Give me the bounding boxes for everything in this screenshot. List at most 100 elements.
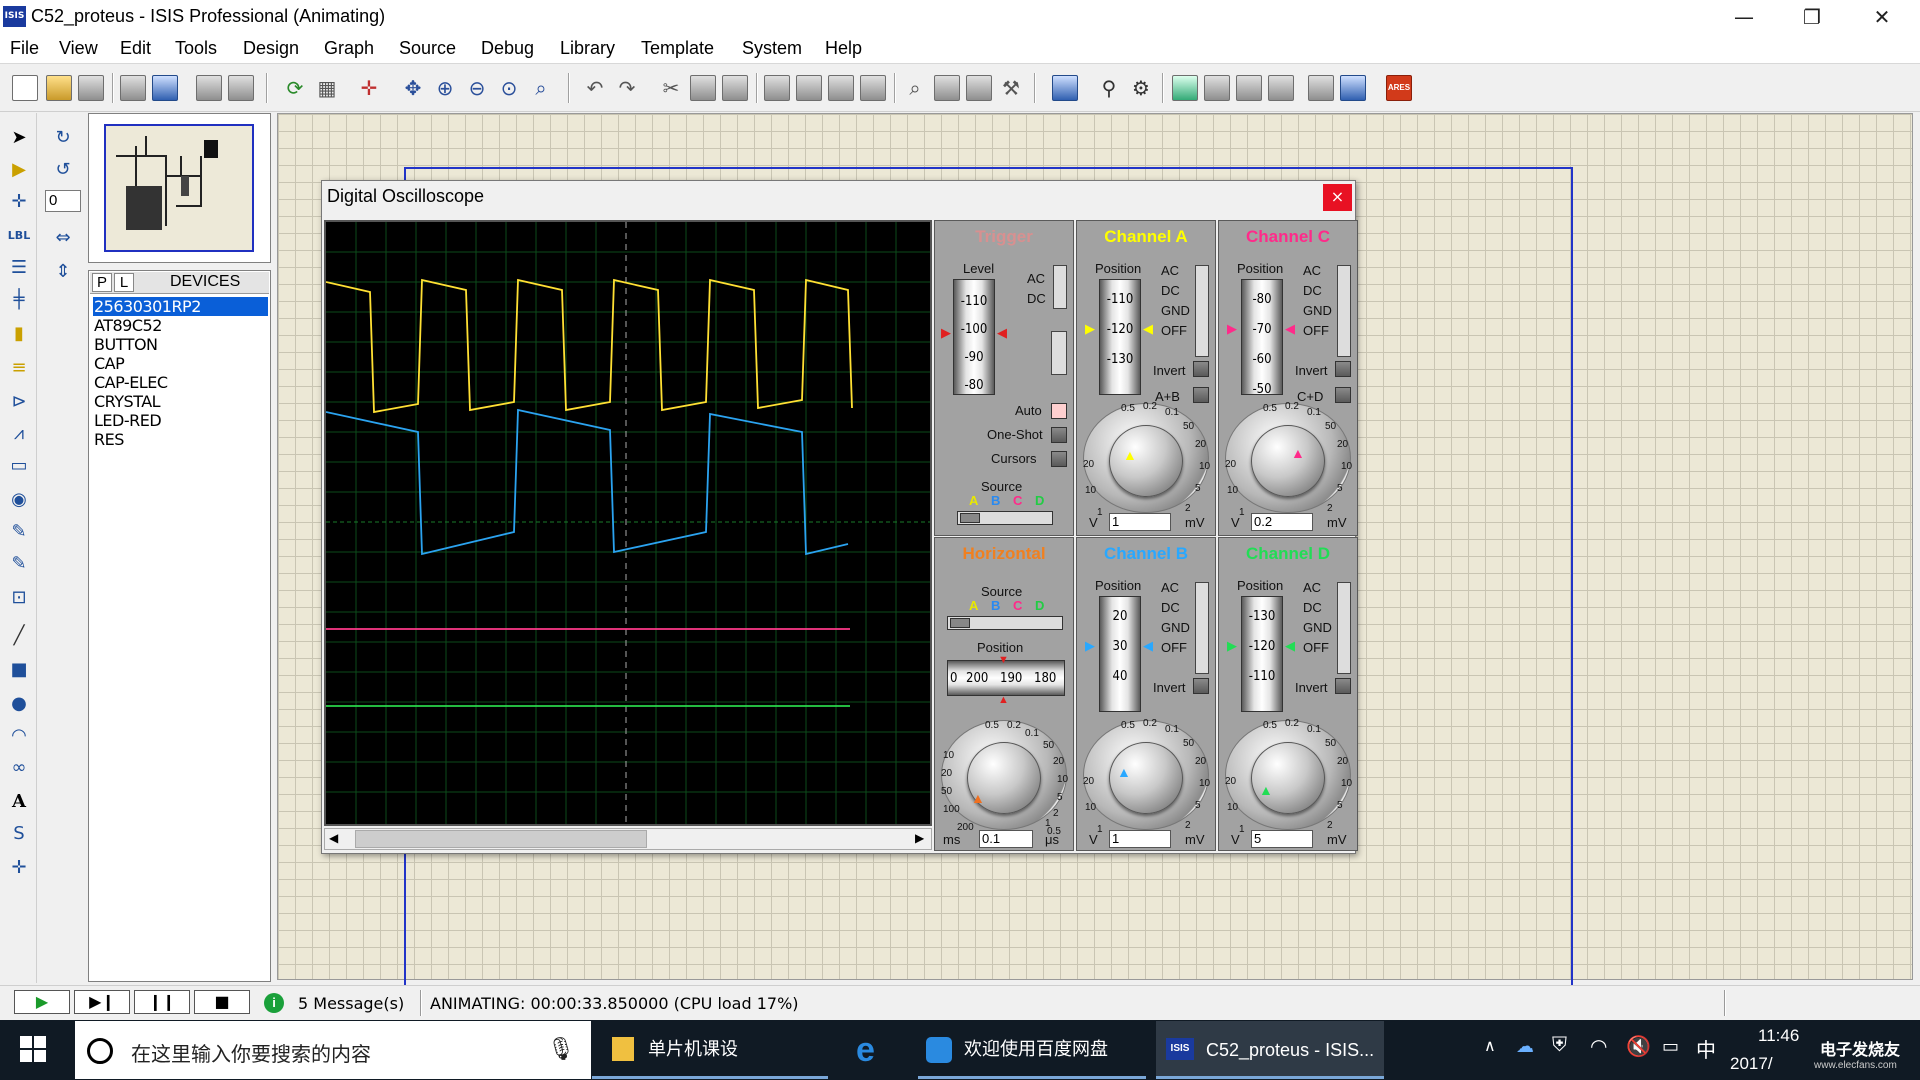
menu-graph[interactable]: Graph [324, 38, 374, 59]
exit-to-parent-icon[interactable] [1236, 75, 1262, 101]
channel-a-position-drum[interactable]: -110 -120 -130 [1099, 279, 1141, 395]
info-icon[interactable]: i [264, 993, 284, 1013]
device-pins-icon[interactable]: ⊳ [6, 389, 32, 415]
netlist-icon[interactable] [1340, 75, 1366, 101]
trigger-oneshot-button[interactable] [1051, 427, 1067, 443]
trigger-coupling-switch[interactable] [1053, 265, 1067, 309]
device-item[interactable]: RES [93, 430, 268, 449]
windows-start-icon[interactable] [20, 1036, 46, 1062]
channel-a-volts-value-input[interactable]: 1 [1109, 513, 1171, 531]
trigger-edge-switch[interactable] [1051, 331, 1067, 375]
block-copy-icon[interactable] [764, 75, 790, 101]
subcircuit-icon[interactable]: ▮ [6, 321, 32, 347]
slider-thumb[interactable] [950, 618, 970, 628]
virtual-instruments-icon[interactable]: ⊡ [6, 585, 32, 611]
new-sheet-icon[interactable] [1172, 75, 1198, 101]
close-button[interactable]: ✕ [1848, 0, 1916, 34]
device-item[interactable]: CAP-ELEC [93, 373, 268, 392]
trigger-level-drum[interactable]: -110 -100 -90 -80 [953, 279, 995, 395]
clock-date[interactable]: 2017/ [1730, 1054, 1773, 1074]
wire-autorouter-icon[interactable] [1052, 75, 1078, 101]
line-icon[interactable]: ╱ [6, 623, 32, 649]
horizontal-source-slider[interactable] [947, 616, 1063, 630]
device-item[interactable]: BUTTON [93, 335, 268, 354]
scroll-left-icon[interactable]: ◀ [329, 831, 338, 845]
zoom-all-icon[interactable]: ⊙ [496, 75, 522, 101]
pick-devices-button[interactable]: P [92, 273, 112, 292]
voltage-probe-icon[interactable]: ✎ [6, 519, 32, 545]
channel-b-position-drum[interactable]: 20 30 40 [1099, 596, 1141, 712]
zoom-out-icon[interactable]: ⊖ [464, 75, 490, 101]
library-manager-button[interactable]: L [114, 273, 134, 292]
block-move-icon[interactable] [796, 75, 822, 101]
text-script-icon[interactable]: ☰ [6, 255, 32, 281]
channel-c-combine-button[interactable] [1335, 387, 1351, 403]
channel-a-volts-knob[interactable] [1109, 425, 1183, 497]
graph-icon[interactable]: ⩘ [6, 421, 32, 447]
scroll-thumb[interactable] [355, 830, 647, 848]
text-icon[interactable]: A [6, 789, 32, 815]
channel-a-coupling-switch[interactable] [1195, 265, 1209, 357]
copy-icon[interactable] [690, 75, 716, 101]
redo-icon[interactable]: ↷ [614, 75, 640, 101]
menu-help[interactable]: Help [825, 38, 862, 59]
mirror-y-icon[interactable]: ⇕ [50, 259, 76, 285]
refresh-icon[interactable]: ⟳ [282, 75, 308, 101]
menu-debug[interactable]: Debug [481, 38, 534, 59]
box-icon[interactable]: ■ [6, 657, 32, 683]
menu-library[interactable]: Library [560, 38, 615, 59]
menu-tools[interactable]: Tools [175, 38, 217, 59]
rotate-clockwise-icon[interactable]: ↻ [50, 125, 76, 151]
oscilloscope-close-button[interactable]: × [1323, 184, 1352, 211]
taskbar-app-edge[interactable]: e [838, 1021, 908, 1079]
taskbar-app-isis[interactable]: ISIS C52_proteus - ISIS... [1156, 1021, 1384, 1079]
channel-d-invert-button[interactable] [1335, 678, 1351, 694]
selection-mode-icon[interactable]: ➤ [6, 125, 32, 151]
baidu-tray-icon[interactable]: ☁ [1516, 1036, 1534, 1057]
volume-muted-icon[interactable]: 🔇 [1626, 1034, 1651, 1058]
marker-icon[interactable]: ✛ [6, 855, 32, 881]
electrical-rules-icon[interactable] [1308, 75, 1334, 101]
play-button[interactable]: ▶ [14, 990, 70, 1014]
menu-system[interactable]: System [742, 38, 802, 59]
bill-of-materials-icon[interactable] [1268, 75, 1294, 101]
slider-thumb[interactable] [960, 513, 980, 523]
wifi-icon[interactable]: ◠ [1590, 1034, 1607, 1058]
overview-sheet[interactable] [104, 124, 254, 252]
menu-design[interactable]: Design [243, 38, 299, 59]
save-icon[interactable] [78, 75, 104, 101]
make-device-icon[interactable] [934, 75, 960, 101]
junction-dot-icon[interactable]: ✛ [6, 189, 32, 215]
menu-edit[interactable]: Edit [120, 38, 151, 59]
terminals-icon[interactable]: ≡ [6, 355, 32, 381]
export-icon[interactable] [152, 75, 178, 101]
channel-c-coupling-switch[interactable] [1337, 265, 1351, 357]
new-file-icon[interactable] [12, 75, 38, 101]
channel-b-volts-value-input[interactable]: 1 [1109, 830, 1171, 848]
pause-button[interactable]: ❙❙ [134, 990, 190, 1014]
bus-icon[interactable]: ╪ [6, 287, 32, 313]
restore-button[interactable]: ❐ [1778, 0, 1846, 34]
origin-icon[interactable]: ✛ [356, 75, 382, 101]
component-mode-icon[interactable]: ▶ [6, 157, 32, 183]
channel-d-position-drum[interactable]: -130 -120 -110 [1241, 596, 1283, 712]
trigger-auto-button[interactable] [1051, 403, 1067, 419]
ime-indicator[interactable]: 中 [1696, 1034, 1716, 1063]
channel-c-volts-knob[interactable] [1251, 425, 1325, 497]
pan-icon[interactable]: ✥ [400, 75, 426, 101]
generator-icon[interactable]: ◉ [6, 487, 32, 513]
timebase-value-input[interactable]: 0.1 [979, 830, 1033, 848]
current-probe-icon[interactable]: ✎ [6, 551, 32, 577]
zoom-area-icon[interactable]: ⌕ [528, 75, 554, 101]
symbol-icon[interactable]: S [6, 821, 32, 847]
channel-d-volts-value-input[interactable]: 5 [1251, 830, 1313, 848]
security-shield-icon[interactable]: ⛨ [1552, 1034, 1567, 1057]
mirror-x-icon[interactable]: ⇔ [50, 225, 76, 251]
menu-file[interactable]: File [10, 38, 39, 59]
packaging-icon[interactable] [966, 75, 992, 101]
print-area-icon[interactable] [228, 75, 254, 101]
menu-template[interactable]: Template [641, 38, 714, 59]
clock-time[interactable]: 11:46 [1758, 1026, 1799, 1046]
block-rotate-icon[interactable] [828, 75, 854, 101]
remove-sheet-icon[interactable] [1204, 75, 1230, 101]
